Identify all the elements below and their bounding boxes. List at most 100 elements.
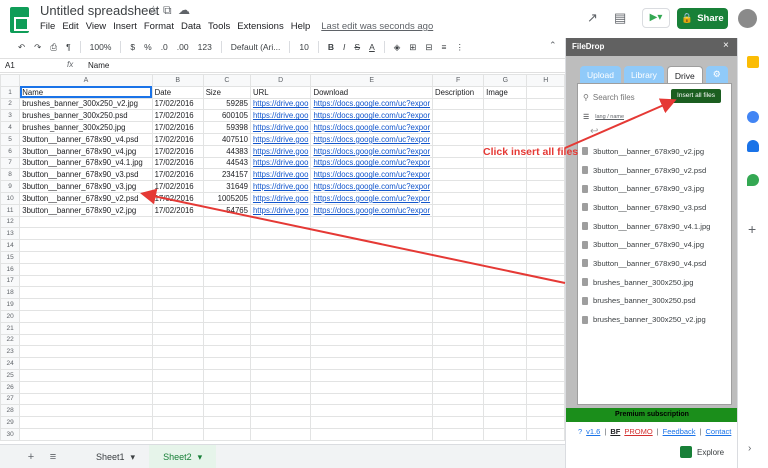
table-cell[interactable]: 17/02/2016 — [151, 191, 204, 205]
table-cell[interactable]: 59398 — [202, 121, 251, 134]
table-cell[interactable] — [526, 250, 565, 264]
table-cell[interactable]: 17/02/2016 — [151, 109, 204, 123]
menu-tools[interactable]: Tools — [208, 21, 230, 35]
bf-label[interactable]: BF — [610, 427, 620, 436]
column-header[interactable]: G — [483, 74, 528, 87]
table-cell[interactable] — [432, 250, 485, 264]
insert-all-files-button[interactable]: Insert all files — [671, 89, 721, 103]
table-cell[interactable] — [202, 215, 251, 229]
row-header[interactable]: 22 — [0, 333, 21, 347]
table-cell[interactable] — [19, 298, 153, 311]
select-all-corner[interactable] — [0, 74, 21, 87]
table-cell[interactable] — [249, 392, 312, 406]
table-cell[interactable]: 17/02/2016 — [151, 168, 204, 182]
table-cell[interactable] — [249, 404, 312, 418]
table-cell[interactable]: 3button__banner_678x90_v4.1.jpg — [19, 156, 153, 170]
tasks-icon[interactable] — [747, 111, 759, 123]
print-icon[interactable]: ⎙ — [50, 42, 57, 53]
table-cell[interactable] — [151, 357, 204, 370]
table-cell[interactable]: https://drive.goo — [249, 109, 312, 123]
table-cell[interactable]: https://docs.google.com/uc?expor — [310, 97, 434, 111]
table-cell[interactable] — [432, 97, 485, 111]
column-header[interactable]: A — [19, 74, 153, 87]
tab-sheet1[interactable]: Sheet1 ▾ — [82, 445, 149, 468]
table-cell[interactable] — [151, 250, 204, 264]
table-cell[interactable] — [310, 262, 434, 276]
table-cell[interactable]: https://docs.google.com/uc?expor — [310, 191, 434, 205]
table-cell[interactable]: https://drive.goo — [249, 97, 312, 111]
row-header[interactable]: 28 — [0, 404, 21, 418]
table-cell[interactable] — [483, 321, 528, 335]
table-cell[interactable] — [483, 250, 528, 264]
table-cell[interactable] — [19, 404, 153, 418]
table-cell[interactable] — [483, 286, 528, 300]
table-cell[interactable]: https://drive.goo — [249, 144, 312, 158]
table-cell[interactable] — [310, 404, 434, 418]
column-header[interactable]: C — [202, 74, 251, 87]
column-header[interactable]: B — [151, 74, 204, 87]
table-cell[interactable] — [202, 368, 251, 382]
table-cell[interactable]: https://drive.goo — [249, 180, 312, 193]
table-cell[interactable] — [432, 345, 485, 359]
name-box[interactable]: A1 — [5, 61, 15, 70]
table-cell[interactable]: 31649 — [202, 180, 251, 193]
table-cell[interactable]: brushes_banner_300x250.jpg — [19, 121, 153, 134]
table-cell[interactable] — [483, 168, 528, 182]
table-cell[interactable] — [526, 368, 565, 382]
row-header[interactable]: 8 — [0, 168, 21, 182]
table-cell[interactable]: 3button__banner_678x90_v2.jpg — [19, 203, 153, 217]
table-cell[interactable] — [249, 345, 312, 359]
table-cell[interactable] — [19, 345, 153, 359]
table-cell[interactable] — [526, 262, 565, 276]
table-cell[interactable] — [202, 286, 251, 300]
table-cell[interactable] — [483, 380, 528, 394]
list-item[interactable]: 3button__banner_678x90_v2.jpg — [582, 142, 730, 161]
add-on-plus-icon[interactable]: + — [748, 221, 756, 237]
row-header[interactable]: 24 — [0, 357, 21, 370]
table-cell[interactable]: Image — [483, 85, 528, 99]
table-cell[interactable] — [432, 121, 485, 134]
row-header[interactable]: 13 — [0, 227, 21, 241]
table-cell[interactable] — [19, 380, 153, 394]
table-cell[interactable] — [202, 333, 251, 347]
table-cell[interactable]: 17/02/2016 — [151, 156, 204, 170]
explore-button[interactable]: Explore — [680, 446, 724, 458]
table-cell[interactable] — [249, 262, 312, 276]
table-cell[interactable]: 3button__banner_678x90_v4.psd — [19, 132, 153, 146]
table-cell[interactable] — [526, 357, 565, 370]
table-cell[interactable]: 234157 — [202, 168, 251, 182]
table-cell[interactable] — [526, 109, 565, 123]
table-cell[interactable]: 17/02/2016 — [151, 144, 204, 158]
table-cell[interactable] — [249, 250, 312, 264]
row-header[interactable]: 4 — [0, 121, 21, 134]
sheets-logo-icon[interactable] — [10, 7, 29, 33]
table-cell[interactable] — [19, 333, 153, 347]
table-cell[interactable] — [483, 392, 528, 406]
table-cell[interactable] — [526, 168, 565, 182]
table-cell[interactable] — [526, 180, 565, 193]
table-cell[interactable] — [526, 416, 565, 429]
table-cell[interactable] — [151, 333, 204, 347]
table-cell[interactable]: https://docs.google.com/uc?expor — [310, 180, 434, 193]
row-header[interactable]: 12 — [0, 215, 21, 229]
table-cell[interactable]: https://drive.goo — [249, 132, 312, 146]
table-cell[interactable] — [483, 180, 528, 193]
meet-camera-icon[interactable]: ▶▾ — [642, 8, 670, 28]
undo-icon[interactable]: ↶ — [18, 42, 25, 53]
list-item[interactable]: brushes_banner_300x250.jpg — [582, 273, 730, 292]
table-cell[interactable] — [202, 345, 251, 359]
back-arrow-icon[interactable]: ↩ — [590, 126, 598, 137]
last-edit-link[interactable]: Last edit was seconds ago — [321, 21, 433, 35]
menu-extensions[interactable]: Extensions — [237, 21, 283, 35]
menu-file[interactable]: File — [40, 21, 55, 35]
table-cell[interactable] — [526, 203, 565, 217]
row-header[interactable]: 30 — [0, 427, 21, 441]
row-header[interactable]: 3 — [0, 109, 21, 123]
table-cell[interactable] — [483, 357, 528, 370]
row-header[interactable]: 19 — [0, 298, 21, 311]
table-cell[interactable] — [310, 239, 434, 252]
table-cell[interactable]: brushes_banner_300x250_v2.jpg — [19, 97, 153, 111]
table-cell[interactable] — [310, 298, 434, 311]
table-cell[interactable] — [249, 239, 312, 252]
table-cell[interactable]: https://drive.goo — [249, 168, 312, 182]
